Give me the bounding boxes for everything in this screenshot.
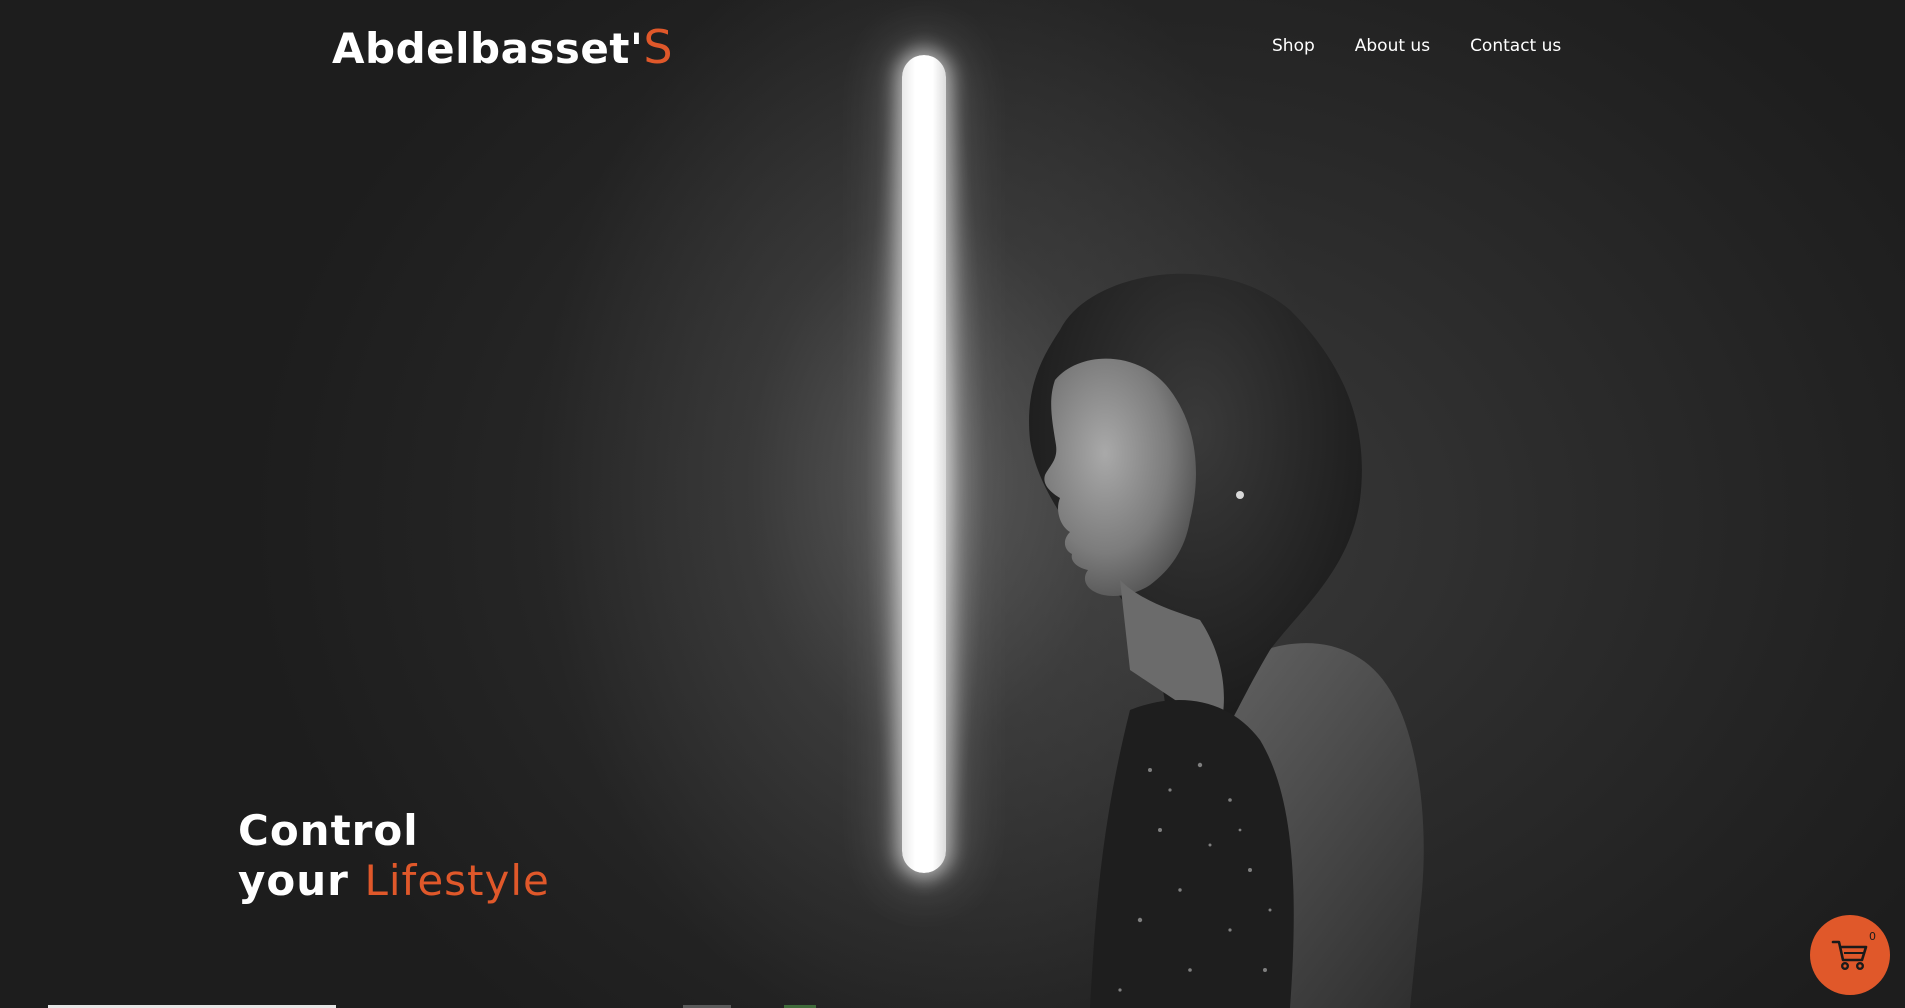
nav-link-about-us[interactable]: About us: [1355, 36, 1430, 56]
shopping-cart-icon: [1831, 940, 1868, 971]
nav-link-shop[interactable]: Shop: [1272, 36, 1315, 56]
cart-count-badge: 0: [1869, 930, 1876, 943]
brand-name: Abdelbasset': [332, 24, 644, 73]
cart-button[interactable]: 0: [1810, 915, 1890, 995]
hero-headline-line2: your Lifestyle: [238, 856, 550, 906]
hero-section: Abdelbasset'S Shop About us Contact us C…: [0, 0, 1905, 1008]
woman-portrait-image: [1029, 273, 1424, 1008]
brand-accent-letter: S: [643, 20, 674, 74]
hero-headline-accent: Lifestyle: [364, 856, 550, 905]
nav-link-contact-us[interactable]: Contact us: [1470, 36, 1561, 56]
main-nav: Shop About us Contact us: [1272, 36, 1561, 56]
hero-headline-line1: Control: [238, 806, 419, 855]
hero-headline: Control your Lifestyle: [238, 806, 550, 906]
brand-logo[interactable]: Abdelbasset'S: [332, 20, 673, 74]
light-tube: [902, 55, 946, 873]
hero-headline-prefix: your: [238, 856, 365, 905]
